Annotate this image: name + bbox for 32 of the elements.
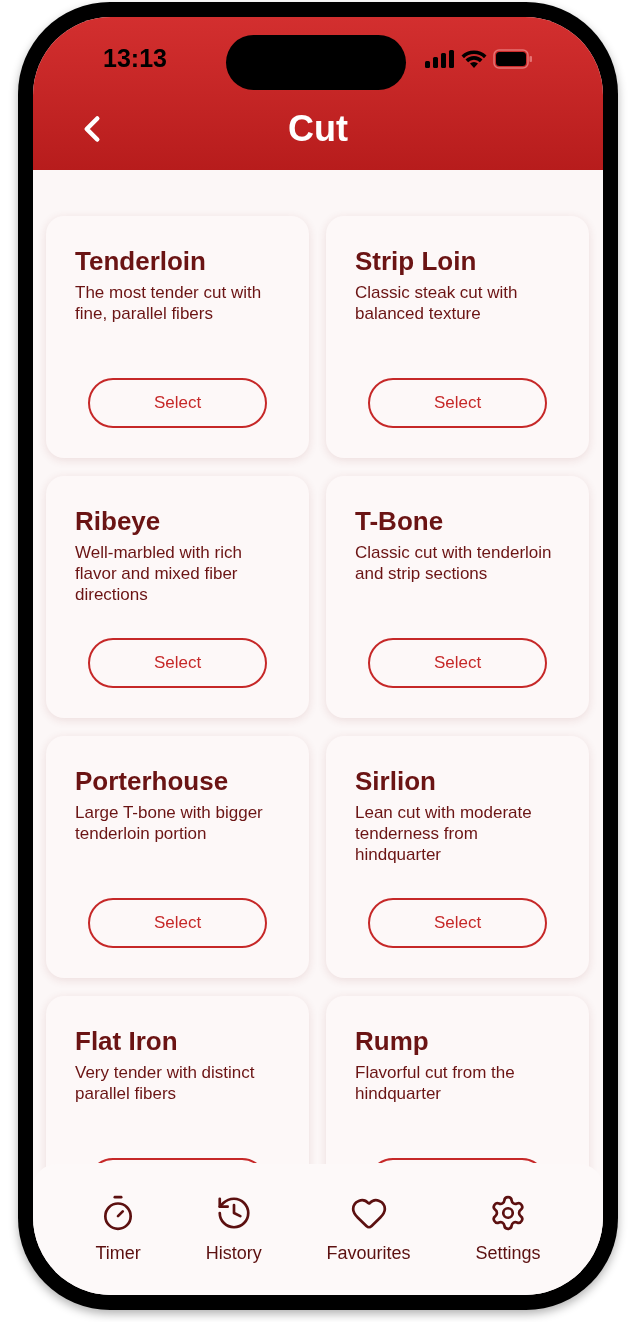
page-title: Cut [288, 107, 348, 151]
card-title: Tenderloin [75, 245, 207, 278]
battery-icon [493, 49, 533, 69]
card-title: Porterhouse [75, 765, 230, 798]
select-button[interactable]: Select [368, 378, 547, 428]
wifi-icon [461, 50, 487, 68]
select-button[interactable]: Select [88, 638, 267, 688]
select-button[interactable]: Select [88, 378, 267, 428]
card-title: T-Bone [355, 505, 445, 538]
card-description: Lean cut with moderate tenderness from hindquarter [355, 802, 533, 865]
card-title: Sirlion [355, 765, 437, 798]
card-description: Large T-bone with bigger tenderloin portion [75, 802, 264, 844]
status-time: 13:13 [103, 43, 167, 75]
card-description: Very tender with distinct parallel fibers [75, 1062, 256, 1104]
select-button[interactable]: Select [368, 898, 547, 948]
card-description: Classic steak cut with balanced texture [355, 282, 519, 324]
nav-tab[interactable]: Settings [475, 1194, 541, 1274]
nav-tab[interactable]: History [205, 1194, 262, 1274]
select-button[interactable]: Select [88, 898, 267, 948]
select-button[interactable]: Select [368, 638, 547, 688]
card-description: Well-marbled with rich flavor and mixed fiber directions [75, 542, 243, 605]
card-title: Rump [355, 1025, 430, 1058]
signal-icon [425, 50, 455, 68]
card-title: Ribeye [75, 505, 162, 538]
card-description: Classic cut with tenderloin and strip sections [355, 542, 553, 584]
settings-icon [489, 1194, 527, 1232]
card-title: Strip Loin [355, 245, 478, 278]
card-description: The most tender cut with fine, parallel fibers [75, 282, 263, 324]
card-title: Flat Iron [75, 1025, 179, 1058]
nav-tab[interactable]: Timer [95, 1194, 141, 1274]
card-description: Flavorful cut from the hindquarter [355, 1062, 516, 1104]
nav-tab[interactable]: Favourites [326, 1194, 411, 1274]
